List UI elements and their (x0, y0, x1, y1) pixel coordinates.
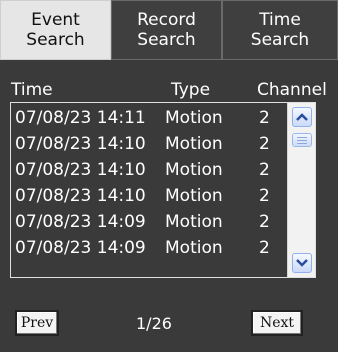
event-list-scrollbar[interactable] (287, 103, 315, 277)
event-time: 07/08/23 14:10 (15, 160, 146, 180)
pagination-bar: Prev 1/26 Next (0, 300, 338, 352)
tab-label-line1: Record (137, 10, 196, 30)
column-header-time: Time (11, 80, 53, 100)
event-row[interactable]: 07/08/23 14:09 Motion 2 (11, 210, 287, 236)
event-type: Motion (165, 160, 223, 180)
event-channel: 2 (259, 160, 270, 180)
event-list-header: Time Type Channel (0, 80, 338, 100)
tab-label-line1: Event (31, 10, 80, 30)
event-row[interactable]: 07/08/23 14:10 Motion 2 (11, 184, 287, 210)
tab-time-search[interactable]: Time Search (222, 0, 338, 60)
event-channel: 2 (259, 134, 270, 154)
event-type: Motion (165, 108, 223, 128)
tab-record-search[interactable]: Record Search (111, 0, 222, 60)
column-header-channel: Channel (257, 80, 327, 100)
column-header-type: Type (171, 80, 211, 100)
tab-event-search[interactable]: Event Search (0, 0, 111, 60)
event-channel: 2 (259, 186, 270, 206)
event-channel: 2 (259, 238, 270, 258)
scroll-thumb[interactable] (292, 133, 312, 147)
tab-label-line2: Search (250, 30, 310, 50)
tab-label-line2: Search (137, 30, 196, 50)
event-row[interactable]: 07/08/23 14:10 Motion 2 (11, 158, 287, 184)
chevron-up-icon (296, 113, 308, 121)
event-type: Motion (165, 134, 223, 154)
event-channel: 2 (259, 108, 270, 128)
next-page-button[interactable]: Next (251, 310, 303, 336)
event-type: Motion (165, 238, 223, 258)
event-time: 07/08/23 14:10 (15, 186, 146, 206)
page-indicator: 1/26 (136, 314, 172, 333)
tab-label-line1: Time (259, 10, 301, 30)
event-list[interactable]: 07/08/23 14:11 Motion 2 07/08/23 14:10 M… (10, 102, 316, 278)
event-row[interactable]: 07/08/23 14:09 Motion 2 (11, 236, 287, 262)
tab-label-line2: Search (26, 30, 85, 50)
prev-page-button[interactable]: Prev (15, 310, 59, 336)
event-time: 07/08/23 14:09 (15, 212, 146, 232)
event-type: Motion (165, 212, 223, 232)
event-time: 07/08/23 14:11 (15, 108, 146, 128)
scroll-up-button[interactable] (292, 107, 312, 127)
scroll-down-button[interactable] (292, 253, 312, 273)
event-row[interactable]: 07/08/23 14:11 Motion 2 (11, 106, 287, 132)
search-tabs: Event Search Record Search Time Search (0, 0, 338, 62)
chevron-down-icon (296, 259, 308, 267)
event-time: 07/08/23 14:10 (15, 134, 146, 154)
event-channel: 2 (259, 212, 270, 232)
event-row[interactable]: 07/08/23 14:10 Motion 2 (11, 132, 287, 158)
event-time: 07/08/23 14:09 (15, 238, 146, 258)
event-type: Motion (165, 186, 223, 206)
